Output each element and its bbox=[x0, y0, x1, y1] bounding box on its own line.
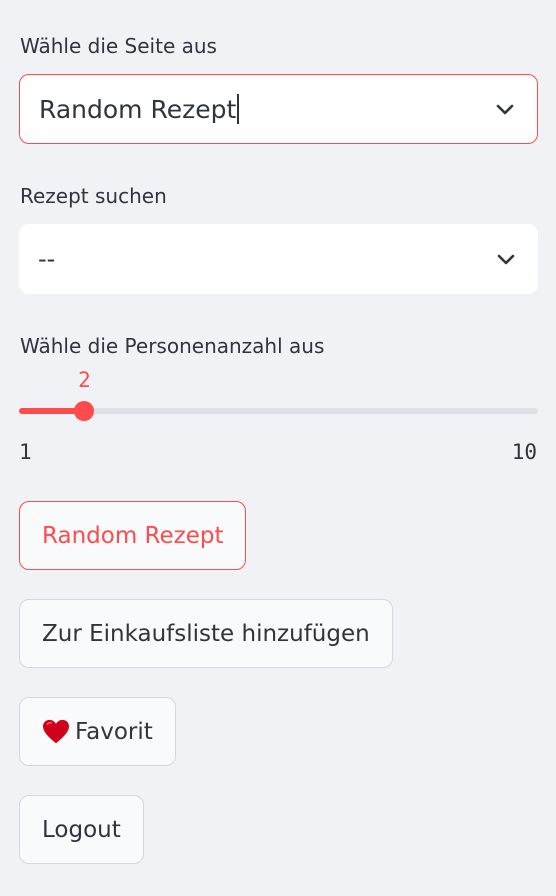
random-recipe-button[interactable]: Random Rezept bbox=[19, 501, 247, 570]
text-cursor bbox=[237, 93, 240, 124]
add-to-shopping-list-button-label: Zur Einkaufsliste hinzufügen bbox=[42, 620, 370, 647]
random-recipe-button-label: Random Rezept bbox=[42, 522, 224, 549]
page-select-label: Wähle die Seite aus bbox=[20, 34, 217, 58]
heart-icon bbox=[43, 719, 69, 743]
add-to-shopping-list-button[interactable]: Zur Einkaufsliste hinzufügen bbox=[19, 599, 393, 668]
favorite-button[interactable]: Favorit bbox=[19, 697, 176, 766]
recipe-search-label: Rezept suchen bbox=[20, 184, 167, 208]
slider-max-label: 10 bbox=[511, 440, 537, 464]
persons-slider-track[interactable] bbox=[19, 401, 538, 421]
logout-button-label: Logout bbox=[42, 816, 121, 843]
chevron-down-icon[interactable] bbox=[493, 97, 517, 121]
persons-slider-label: Wähle die Personenanzahl aus bbox=[20, 334, 325, 358]
page-select-value: Random Rezept bbox=[39, 94, 237, 124]
slider-min-label: 1 bbox=[19, 440, 32, 464]
recipe-search-value: -- bbox=[38, 245, 56, 273]
recipe-search-select[interactable]: -- bbox=[19, 224, 538, 294]
chevron-down-icon[interactable] bbox=[494, 247, 518, 271]
slider-current-value: 2 bbox=[78, 368, 91, 392]
favorite-button-label: Favorit bbox=[75, 718, 153, 745]
logout-button[interactable]: Logout bbox=[19, 795, 144, 864]
persons-slider-thumb[interactable] bbox=[74, 401, 95, 421]
page-select[interactable]: Random Rezept bbox=[19, 74, 538, 144]
page-select-value-wrap: Random Rezept bbox=[39, 93, 493, 124]
